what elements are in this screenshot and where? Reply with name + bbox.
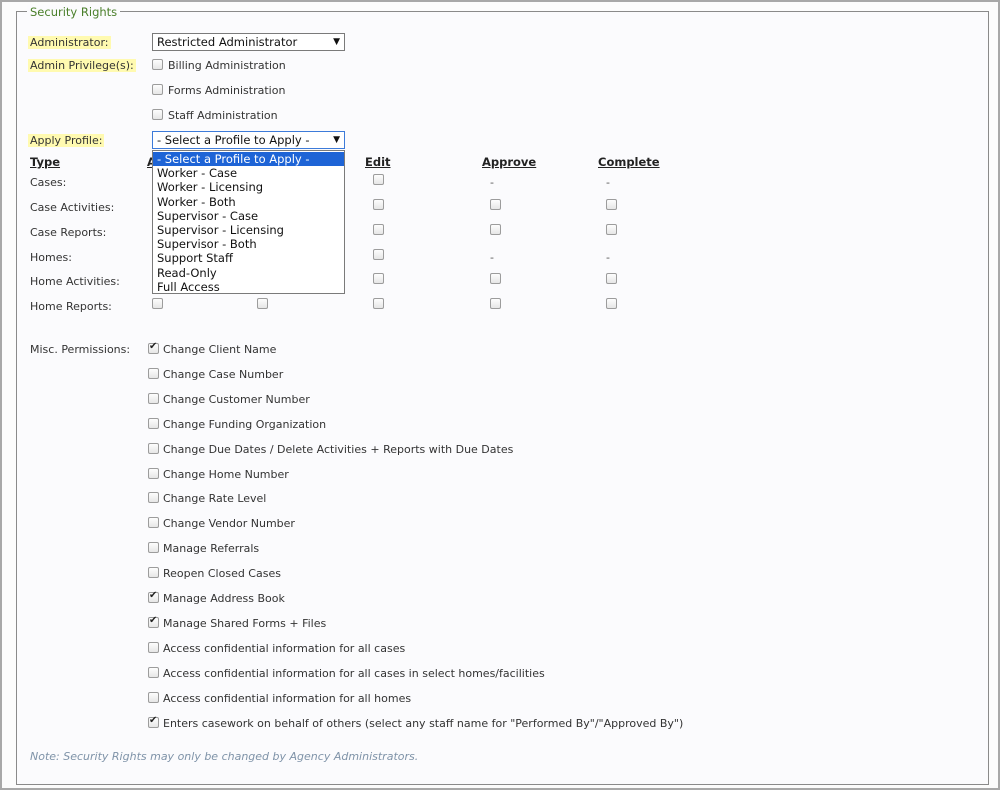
misc-permission-label: Manage Address Book	[163, 592, 285, 605]
profile-option[interactable]: Read-Only	[153, 266, 344, 280]
header-complete: Complete	[598, 155, 660, 169]
misc-permission-label: Manage Shared Forms + Files	[163, 616, 327, 630]
permission-edit-checkbox[interactable]	[373, 174, 384, 185]
misc-permission-checkbox[interactable]	[148, 492, 159, 504]
permission-approve-na: -	[490, 176, 494, 189]
administrator-label: Administrator:	[28, 36, 111, 49]
header-type: Type	[30, 155, 61, 169]
header-edit: Edit	[365, 155, 391, 169]
profile-option[interactable]: Worker - Both	[153, 195, 344, 209]
misc-permission-label: Change Case Number	[163, 367, 284, 381]
misc-permission-checkbox[interactable]	[148, 542, 159, 554]
row-type-label: Case Reports:	[30, 226, 107, 239]
privilege-checkbox[interactable]	[152, 109, 163, 120]
row-type-label: Home Reports:	[30, 300, 112, 313]
misc-permission-label: Manage Referrals	[163, 542, 260, 556]
misc-permission-label: Change Funding Organization	[163, 417, 327, 431]
misc-permission-label: Change Home Number	[163, 467, 289, 481]
permission-complete-na: -	[606, 176, 610, 189]
privilege-checkbox[interactable]	[152, 84, 163, 95]
permission-edit-checkbox[interactable]	[373, 199, 384, 210]
misc-permission-checkbox[interactable]	[148, 367, 159, 379]
misc-permission-label: Change Client Name	[163, 343, 277, 356]
misc-permission-checkbox[interactable]	[148, 615, 159, 628]
dropdown-arrow-icon: ▼	[333, 135, 340, 145]
permission-approve-checkbox[interactable]	[490, 298, 501, 309]
privilege-checkbox[interactable]	[152, 59, 163, 70]
misc-permission-checkbox[interactable]	[148, 590, 159, 603]
administrator-select[interactable]: Restricted Administrator ▼	[152, 33, 345, 51]
row-type-label: Case Activities:	[30, 201, 115, 214]
footer-note: Note: Security Rights may only be change…	[30, 750, 419, 763]
misc-permission-checkbox[interactable]	[148, 341, 159, 354]
admin-privileges-label: Admin Privilege(s):	[28, 59, 136, 72]
permission-approve-checkbox[interactable]	[490, 199, 501, 210]
apply-profile-dropdown-list[interactable]: - Select a Profile to Apply - Worker - Ca…	[152, 150, 345, 294]
row-type-label: Home Activities:	[30, 275, 120, 288]
permission-approve-checkbox[interactable]	[490, 224, 501, 235]
permission-complete-checkbox[interactable]	[606, 224, 617, 235]
dropdown-arrow-icon: ▼	[333, 37, 340, 47]
permission-approve-na: -	[490, 251, 494, 264]
misc-permission-checkbox[interactable]	[148, 467, 159, 479]
misc-permission-checkbox[interactable]	[148, 417, 159, 429]
misc-permission-checkbox[interactable]	[148, 567, 159, 579]
permission-view-checkbox[interactable]	[257, 298, 268, 309]
privilege-label: Billing Administration	[168, 59, 286, 72]
permission-complete-checkbox[interactable]	[606, 273, 617, 284]
privilege-label: Staff Administration	[168, 109, 278, 122]
header-approve: Approve	[482, 155, 537, 169]
profile-option[interactable]: Full Access	[153, 280, 344, 294]
misc-permission-label: Change Rate Level	[163, 492, 267, 506]
misc-permission-checkbox[interactable]	[148, 442, 159, 454]
permission-add-checkbox[interactable]	[152, 298, 163, 309]
profile-option[interactable]: Worker - Licensing	[153, 180, 344, 194]
permission-edit-checkbox[interactable]	[373, 273, 384, 284]
privilege-label: Forms Administration	[168, 84, 286, 97]
apply-profile-label: Apply Profile:	[28, 134, 105, 147]
misc-permission-checkbox[interactable]	[148, 691, 159, 703]
profile-option[interactable]: - Select a Profile to Apply -	[153, 152, 344, 166]
permission-edit-checkbox[interactable]	[373, 298, 384, 309]
permission-complete-checkbox[interactable]	[606, 199, 617, 210]
administrator-select-value: Restricted Administrator	[157, 35, 298, 49]
misc-permission-label: Reopen Closed Cases	[163, 567, 281, 581]
permission-edit-checkbox[interactable]	[373, 224, 384, 235]
misc-permissions-label: Misc. Permissions:	[30, 343, 131, 356]
misc-permission-label: Access confidential information for all …	[163, 691, 412, 705]
misc-permission-checkbox[interactable]	[148, 392, 159, 404]
permission-approve-checkbox[interactable]	[490, 273, 501, 284]
misc-permission-checkbox[interactable]	[148, 641, 159, 653]
apply-profile-select[interactable]: - Select a Profile to Apply - ▼	[152, 131, 345, 149]
misc-permission-label: Enters casework on behalf of others (sel…	[163, 716, 684, 730]
profile-option[interactable]: Worker - Case	[153, 166, 344, 180]
profile-option[interactable]: Supervisor - Both	[153, 237, 344, 251]
apply-profile-select-value: - Select a Profile to Apply -	[157, 133, 310, 147]
row-type-label: Cases:	[30, 176, 67, 189]
misc-permission-label: Access confidential information for all …	[163, 666, 545, 680]
profile-option[interactable]: Support Staff	[153, 251, 344, 265]
misc-permission-label: Change Vendor Number	[163, 517, 295, 531]
permission-edit-checkbox[interactable]	[373, 249, 384, 260]
misc-permission-checkbox[interactable]	[148, 715, 159, 728]
profile-option[interactable]: Supervisor - Case	[153, 209, 344, 223]
misc-permission-label: Change Due Dates / Delete Activities + R…	[163, 442, 514, 456]
fieldset-legend: Security Rights	[27, 5, 121, 19]
row-type-label: Homes:	[30, 251, 72, 264]
misc-permission-checkbox[interactable]	[148, 666, 159, 678]
profile-option[interactable]: Supervisor - Licensing	[153, 223, 344, 237]
permission-complete-na: -	[606, 251, 610, 264]
permission-complete-checkbox[interactable]	[606, 298, 617, 309]
misc-permission-checkbox[interactable]	[148, 517, 159, 529]
misc-permission-label: Access confidential information for all …	[163, 641, 406, 655]
misc-permission-label: Change Customer Number	[163, 392, 310, 406]
